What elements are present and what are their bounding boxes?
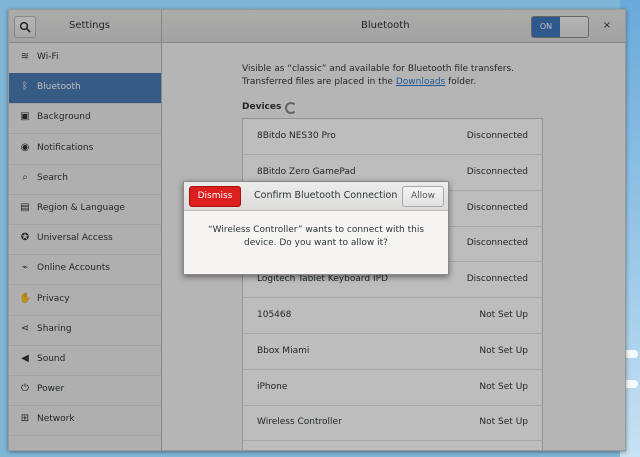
settings-window: Settings Bluetooth ON × ≋ Wi-Fi ᛒ Bluetooth… — [8, 9, 626, 451]
dialog-header: Dismiss Confirm Bluetooth Connection All… — [184, 182, 448, 211]
dismiss-button[interactable]: Dismiss — [189, 186, 241, 207]
confirm-dialog: Dismiss Confirm Bluetooth Connection All… — [183, 181, 449, 275]
allow-button[interactable]: Allow — [402, 186, 444, 207]
dialog-message: “Wireless Controller” wants to connect w… — [207, 225, 425, 248]
dialog-title: Confirm Bluetooth Connection — [254, 190, 398, 201]
